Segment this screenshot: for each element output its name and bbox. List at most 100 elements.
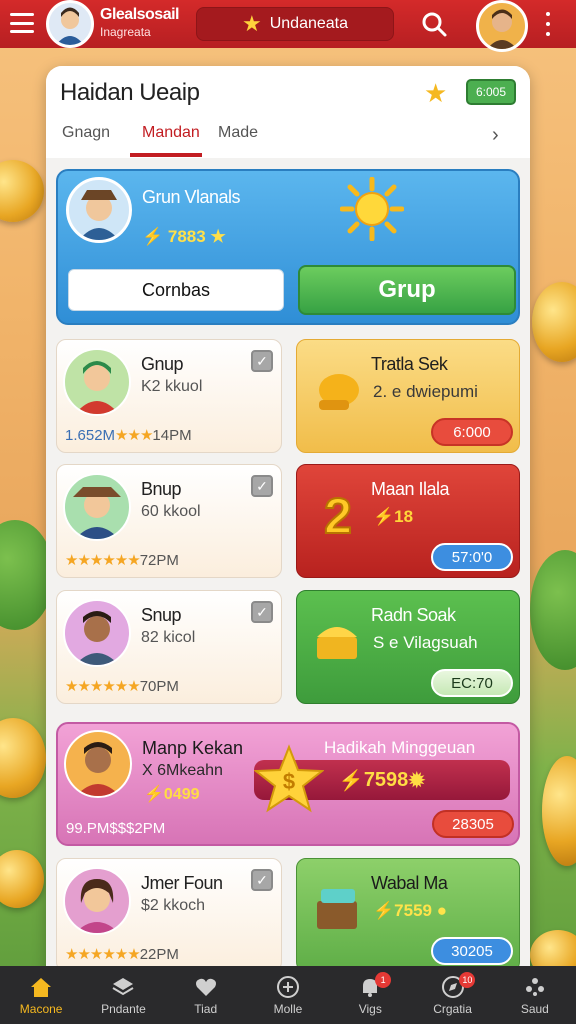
star-icon: ★ [241, 11, 262, 36]
page-title: Haidan Ueaip [60, 79, 200, 106]
tab-mandan[interactable]: Mandan [142, 124, 200, 142]
dots-grid-icon [522, 974, 548, 1000]
reward-title: Wabal Ma [371, 873, 448, 893]
group-subtitle: K2 kkuol [141, 378, 203, 395]
menu-icon[interactable] [10, 13, 34, 33]
challenge-footer: 99.PM$$$2PM [66, 820, 166, 837]
chevron-right-icon[interactable]: › [492, 124, 499, 147]
tree-decoration [530, 550, 576, 670]
number-two-icon: 2 [323, 487, 353, 543]
svg-text:2: 2 [324, 488, 352, 543]
reward-card[interactable]: Wabal Ma ⚡7559 ● 30205 [296, 858, 520, 972]
nav-item-vigs[interactable]: 1 Vigs [329, 966, 411, 1024]
reward-subtitle: 2. e dwiepumi [373, 382, 478, 401]
profile-avatar[interactable] [476, 0, 528, 52]
checkbox[interactable]: ✓ [251, 601, 273, 623]
coin-decoration [542, 756, 576, 866]
group-subtitle: 82 kicol [141, 629, 196, 646]
bottom-nav: Macone Pndante Tiad Molle 1 Vigs 10 Crga… [0, 966, 576, 1024]
group-button[interactable]: Grup [298, 265, 516, 315]
search-icon[interactable] [420, 10, 448, 38]
tab-made[interactable]: Made [218, 124, 258, 142]
group-name: Snup [141, 605, 182, 625]
checkbox[interactable]: ✓ [251, 475, 273, 497]
challenge-button[interactable]: 28305 [432, 810, 514, 838]
reward-card[interactable]: 2 Maan Ilala ⚡18 57:0'0 [296, 464, 520, 578]
active-tab-indicator [130, 153, 202, 157]
reward-button[interactable]: 30205 [431, 937, 513, 965]
group-name: Gnup [141, 354, 184, 374]
coin-decoration [0, 160, 44, 222]
checkbox[interactable]: ✓ [251, 869, 273, 891]
weekly-challenge-card[interactable]: Manp Kekan X 6Mkeahn ⚡0499 99.PM$$$2PM H… [56, 722, 520, 846]
reward-subtitle: ⚡18 [373, 507, 414, 526]
top-bar: Glealsosail Inagreata ★ Undaneata [0, 0, 576, 52]
group-card[interactable]: ✓ Snup 82 kicol ★★★★★★70PM [56, 590, 282, 704]
panel-header: Haidan Ueaip ★ 6:005 Gnagn Mandan Made › [46, 66, 530, 158]
nav-item-tiad[interactable]: Tiad [165, 966, 247, 1024]
notification-badge: 1 [375, 972, 392, 988]
location-pill[interactable]: ★ Undaneata [196, 7, 394, 41]
notification-badge: 10 [459, 972, 476, 988]
challenge-points: ⚡0499 [144, 786, 200, 803]
avatar [64, 730, 132, 798]
main-panel: Haidan Ueaip ★ 6:005 Gnagn Mandan Made ›… [46, 66, 530, 1024]
nav-item-macone[interactable]: Macone [0, 966, 82, 1024]
svg-text:$: $ [283, 769, 295, 794]
group-card[interactable]: ✓ Bnup 60 kkool ★★★★★★72PM [56, 464, 282, 578]
sun-icon [340, 177, 404, 241]
user-avatar[interactable] [46, 0, 94, 48]
group-name: Jmer Foun [141, 873, 223, 893]
reward-card[interactable]: Tratla Sek 2. e dwiepumi 6:000 [296, 339, 520, 453]
home-icon [28, 974, 54, 1000]
coin-decoration [0, 850, 44, 908]
score-badge: 6:005 [466, 79, 516, 105]
avatar [63, 348, 131, 416]
reward-button[interactable]: EC:70 [431, 669, 513, 697]
avatar [63, 473, 131, 541]
nav-item-crgatia[interactable]: 10 Crgatia [411, 966, 493, 1024]
reward-button[interactable]: 57:0'0 [431, 543, 513, 571]
more-options-icon[interactable] [544, 12, 552, 36]
trophy-icon [319, 374, 359, 410]
group-subtitle: 60 kkool [141, 503, 201, 520]
nav-item-saud[interactable]: Saud [494, 966, 576, 1024]
avatar [63, 867, 131, 935]
plus-circle-icon [275, 974, 301, 1000]
featured-group-card: Grun Vlanals ⚡ 7883 ★ Cornbas Grup [56, 169, 520, 325]
secondary-button[interactable]: Cornbas [68, 269, 284, 311]
group-subtitle: $2 kkoch [141, 897, 206, 914]
treasure-icon [317, 627, 357, 659]
group-name: Bnup [141, 479, 182, 499]
reward-title: Maan Ilala [371, 479, 450, 499]
group-footer: ★★★★★★22PM [65, 946, 179, 963]
reward-subtitle: ⚡7559 ● [373, 901, 447, 920]
group-footer: 1.652M★★★14PM [65, 427, 192, 444]
reward-button[interactable]: 6:000 [431, 418, 513, 446]
group-footer: ★★★★★★72PM [65, 552, 179, 569]
avatar [66, 177, 132, 243]
star-icon: ★ [424, 78, 448, 108]
brand-subtitle: Inagreata [100, 25, 151, 39]
group-name: Grun Vlanals [142, 187, 241, 207]
group-card[interactable]: ✓ Jmer Foun $2 kkoch ★★★★★★22PM [56, 858, 282, 972]
nav-item-pndante[interactable]: Pndante [82, 966, 164, 1024]
layers-icon [110, 974, 136, 1000]
reward-subtitle: S e Vilagsuah [373, 633, 478, 652]
coin-decoration [0, 718, 46, 798]
group-footer: ★★★★★★70PM [65, 678, 179, 695]
reward-card[interactable]: Radn Soak S e Vilagsuah EC:70 [296, 590, 520, 704]
checkbox[interactable]: ✓ [251, 350, 273, 372]
nav-item-molle[interactable]: Molle [247, 966, 329, 1024]
brand-title: Glealsosail [100, 6, 180, 23]
challenge-title: Hadikah Minggeuan [324, 738, 476, 757]
group-card[interactable]: ✓ Gnup K2 kkuol 1.652M★★★14PM [56, 339, 282, 453]
reward-title: Tratla Sek [371, 354, 448, 374]
challenge-name: Manp Kekan [142, 738, 244, 758]
location-label: Undaneata [269, 15, 349, 32]
group-points: ⚡ 7883 ★ [142, 227, 226, 246]
challenge-subtitle: X 6Mkeahn [142, 762, 223, 779]
tab-gnagn[interactable]: Gnagn [62, 124, 110, 142]
star-badge-icon: $ [254, 744, 324, 813]
coin-decoration [532, 282, 576, 362]
